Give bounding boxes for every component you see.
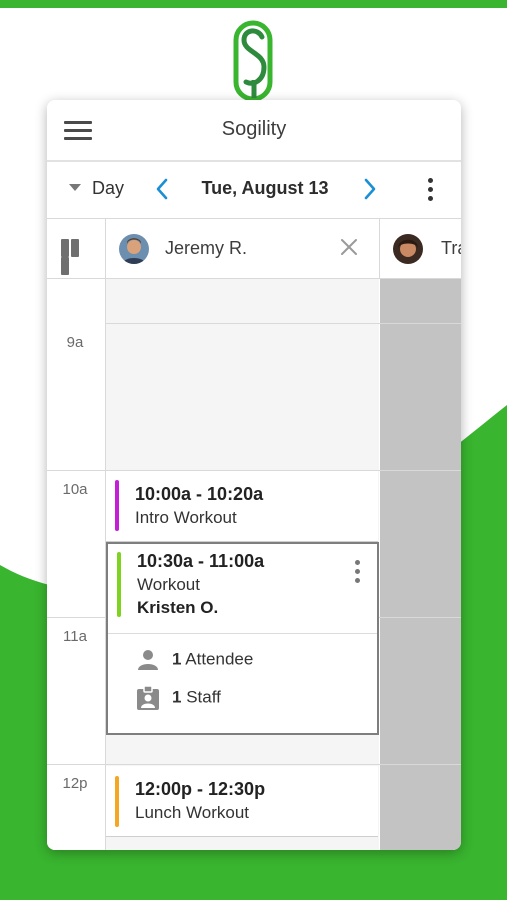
time-label: 10a — [62, 481, 88, 498]
current-date: Tue, August 13 — [201, 178, 329, 198]
attendee-row: 1 Attendee — [136, 649, 253, 671]
calendar-grid: 9a 10a 11a 12p 10:00a - 10:20a Intro Wor… — [47, 279, 461, 850]
close-icon[interactable] — [339, 237, 359, 257]
avatar — [393, 234, 423, 264]
event-color-bar — [117, 552, 121, 617]
staff-label: Staff — [186, 687, 221, 707]
attendee-label: Attendee — [185, 649, 254, 669]
staff-header-row: Jeremy R. Tra — [47, 219, 461, 279]
chevron-left-icon[interactable] — [153, 176, 171, 202]
staff-name[interactable]: Tra — [441, 238, 461, 259]
staff-row: 1 Staff — [136, 685, 221, 711]
appointment-card-selected[interactable]: 10:30a - 11:00a Workout Kristen O. 1 Att… — [106, 542, 379, 735]
time-label: 9a — [66, 334, 84, 351]
event-name: Workout — [137, 575, 200, 594]
columns-icon[interactable] — [61, 239, 89, 275]
caret-down-icon — [69, 184, 81, 191]
event-name: Intro Workout — [135, 508, 237, 527]
time-label: 11a — [63, 628, 87, 645]
view-selector[interactable]: Day — [69, 178, 124, 199]
event-details: 1 Attendee 1 Staff — [108, 633, 377, 735]
badge-icon — [137, 685, 159, 710]
event-time: 12:00p - 12:30p — [135, 779, 266, 799]
event-name: Lunch Workout — [135, 803, 250, 822]
event-time: 10:00a - 10:20a — [135, 484, 264, 504]
app-bar: Sogility — [47, 100, 461, 162]
grid-line — [106, 323, 461, 324]
attendee-count: 1 — [172, 649, 182, 669]
app-title: Sogility — [221, 118, 287, 140]
person-icon — [138, 650, 158, 670]
staff-count: 1 — [172, 687, 182, 707]
event-color-bar — [115, 776, 119, 827]
grid-line — [47, 764, 461, 765]
view-label: Day — [92, 178, 125, 198]
app-window: Sogility Day Tue, August 13 Jeremy R. Tr… — [47, 100, 461, 850]
appointment-card[interactable]: 12:00p - 12:30p Lunch Workout — [106, 766, 378, 837]
appointment-card[interactable]: 10:00a - 10:20a Intro Workout — [106, 471, 378, 542]
avatar — [119, 234, 149, 264]
more-vert-icon[interactable] — [427, 178, 435, 202]
event-time: 10:30a - 11:00a — [137, 551, 265, 571]
staff-name[interactable]: Jeremy R. — [165, 238, 247, 259]
time-label: 12p — [62, 775, 88, 792]
event-client: Kristen O. — [137, 598, 219, 617]
event-color-bar — [115, 480, 119, 531]
date-toolbar: Day Tue, August 13 — [47, 162, 461, 219]
column-divider — [379, 219, 380, 278]
sogility-logo-icon — [233, 20, 273, 102]
chevron-right-icon[interactable] — [361, 176, 379, 202]
column-divider — [105, 219, 106, 278]
more-vert-icon[interactable] — [355, 560, 361, 586]
